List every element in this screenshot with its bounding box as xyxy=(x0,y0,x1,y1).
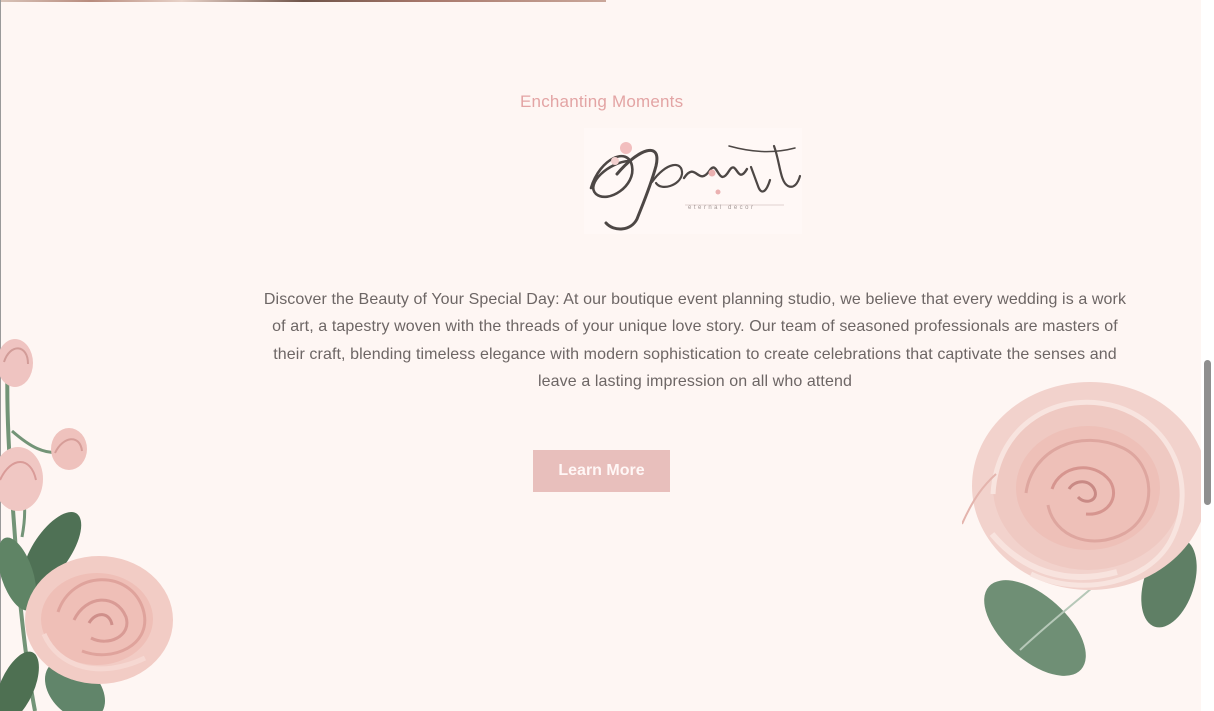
page: Enchanting Moments eternal decor Discove… xyxy=(0,0,1214,711)
rose-blossom-icon xyxy=(962,373,1202,683)
previous-section-image-edge xyxy=(0,0,606,2)
scrollbar-thumb[interactable] xyxy=(1204,360,1211,505)
logo-mark: eternal decor xyxy=(589,142,802,231)
learn-more-button[interactable]: Learn More xyxy=(533,450,670,492)
section-eyebrow: Enchanting Moments xyxy=(520,92,684,111)
logo-tagline: eternal decor xyxy=(688,205,756,211)
rose-bouquet-icon xyxy=(0,325,185,711)
calligraphy-logo: eternal decor xyxy=(584,128,802,234)
vertical-scrollbar[interactable] xyxy=(1201,0,1214,711)
